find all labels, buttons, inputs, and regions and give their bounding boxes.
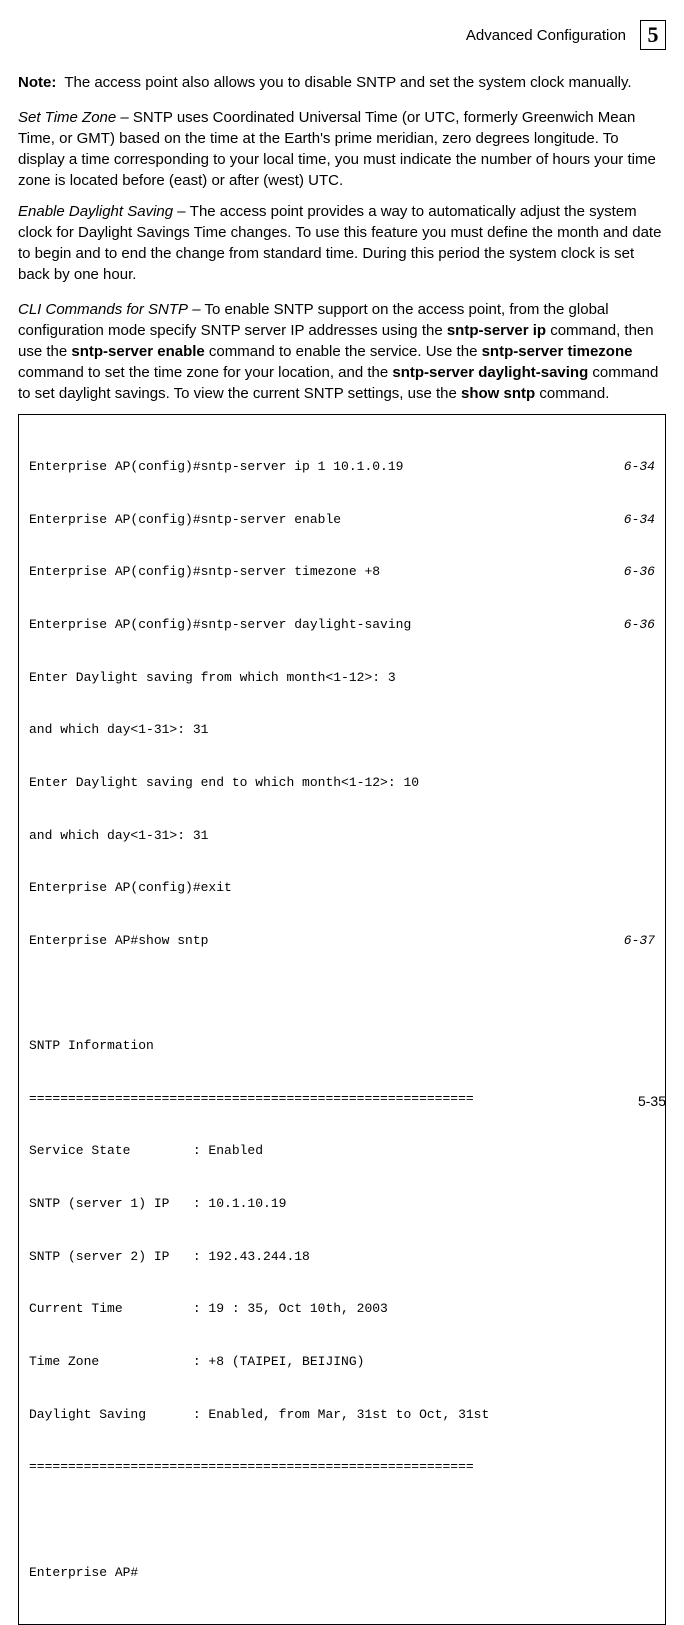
chapter-number-box: 5 — [640, 20, 666, 50]
page-number: 5-35 — [638, 1092, 666, 1112]
code-line: SNTP (server 2) IP : 192.43.244.18 — [29, 1248, 655, 1266]
code-ref: 6-36 — [605, 563, 655, 581]
section-title: Advanced Configuration — [466, 25, 626, 46]
cmd-sntp-server-ip: sntp-server ip — [447, 322, 546, 339]
chapter-number: 5 — [648, 20, 659, 51]
code-line: Enter Daylight saving end to which month… — [29, 774, 655, 792]
code-line: Enterprise AP(config)#sntp-server daylig… — [29, 616, 655, 634]
code-line: Enterprise AP(config)#sntp-server enable… — [29, 511, 655, 529]
code-line: SNTP Information — [29, 1037, 655, 1055]
cmd-sntp-server-daylight: sntp-server daylight-saving — [392, 364, 588, 381]
code-text: Enterprise AP#show sntp — [29, 932, 605, 950]
code-line: Enterprise AP# — [29, 1564, 655, 1582]
code-line: ========================================… — [29, 1458, 655, 1476]
code-text: Enterprise AP(config)#sntp-server daylig… — [29, 616, 605, 634]
page-header: Advanced Configuration 5 — [18, 20, 666, 50]
code-ref: 6-34 — [605, 511, 655, 529]
code-text: Enterprise AP(config)#sntp-server ip 1 1… — [29, 458, 605, 476]
cmd-show-sntp: show sntp — [461, 385, 535, 402]
lead-cli: CLI Commands for SNTP — [18, 301, 188, 318]
cmd-sntp-server-enable: sntp-server enable — [71, 343, 204, 360]
code-line: Service State : Enabled — [29, 1142, 655, 1160]
code-ref: 6-36 — [605, 616, 655, 634]
code-text: Enterprise AP(config)#sntp-server timezo… — [29, 563, 605, 581]
code-line: Enterprise AP(config)#sntp-server timezo… — [29, 563, 655, 581]
cmd-sntp-server-timezone: sntp-server timezone — [482, 343, 633, 360]
code-line-blank — [29, 985, 655, 1003]
lead-daylight: Enable Daylight Saving – — [18, 203, 190, 220]
code-ref: 6-37 — [605, 932, 655, 950]
code-text: Enterprise AP(config)#sntp-server enable — [29, 511, 605, 529]
seg6: command. — [535, 385, 609, 402]
note-block: Note: The access point also allows you t… — [18, 72, 666, 93]
code-ref: 6-34 — [605, 458, 655, 476]
code-line: Enterprise AP#show sntp6-37 — [29, 932, 655, 950]
cli-output-block: Enterprise AP(config)#sntp-server ip 1 1… — [18, 414, 666, 1625]
paragraph-cli: CLI Commands for SNTP – To enable SNTP s… — [18, 299, 666, 404]
code-line: Enterprise AP(config)#exit — [29, 879, 655, 897]
paragraph-settimezone: Set Time Zone – SNTP uses Coordinated Un… — [18, 107, 666, 191]
code-line: Enterprise AP(config)#sntp-server ip 1 1… — [29, 458, 655, 476]
seg4: command to set the time zone for your lo… — [18, 364, 392, 381]
dash-cli: – — [188, 301, 204, 318]
note-text: The access point also allows you to disa… — [64, 72, 631, 93]
code-line: Enter Daylight saving from which month<1… — [29, 669, 655, 687]
code-line: SNTP (server 1) IP : 10.1.10.19 — [29, 1195, 655, 1213]
code-line: Current Time : 19 : 35, Oct 10th, 2003 — [29, 1300, 655, 1318]
lead-settimezone: Set Time Zone – — [18, 109, 133, 126]
note-label: Note: — [18, 72, 56, 93]
code-line: and which day<1-31>: 31 — [29, 827, 655, 845]
seg3: command to enable the service. Use the — [205, 343, 482, 360]
code-line-blank — [29, 1511, 655, 1529]
paragraph-daylight: Enable Daylight Saving – The access poin… — [18, 201, 666, 285]
code-line: and which day<1-31>: 31 — [29, 721, 655, 739]
code-line: Time Zone : +8 (TAIPEI, BEIJING) — [29, 1353, 655, 1371]
code-line: Daylight Saving : Enabled, from Mar, 31s… — [29, 1406, 655, 1424]
code-line: ========================================… — [29, 1090, 655, 1108]
